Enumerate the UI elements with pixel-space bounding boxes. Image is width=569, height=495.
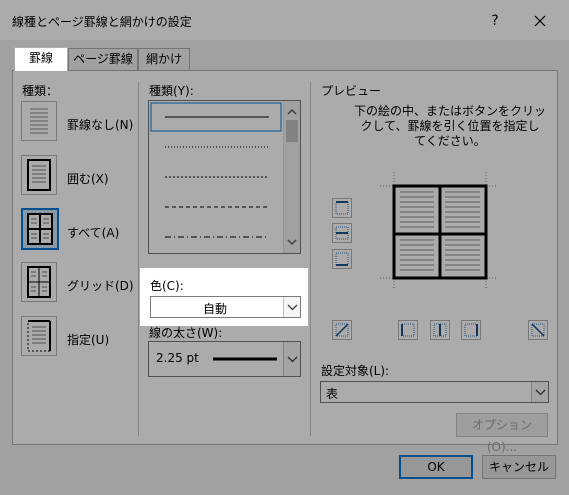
dim-overlay-top xyxy=(0,0,569,268)
color-label: 色(C): xyxy=(150,279,184,293)
borders-and-shading-dialog: 線種とページ罫線と網かけの設定 ? 罫線 ページ罫線 網かけ 種類： 罫線なし(… xyxy=(0,0,569,495)
dim-overlay-bottom xyxy=(0,326,569,495)
tab-borders[interactable]: 罫線 xyxy=(14,47,68,71)
color-dropdown[interactable]: 自動 xyxy=(150,296,301,318)
dim-overlay-left xyxy=(0,268,140,326)
color-value: 自動 xyxy=(203,302,228,316)
color-dropdown-arrow[interactable] xyxy=(283,297,300,317)
dim-overlay-right xyxy=(308,268,569,326)
chevron-down-icon xyxy=(287,304,298,311)
